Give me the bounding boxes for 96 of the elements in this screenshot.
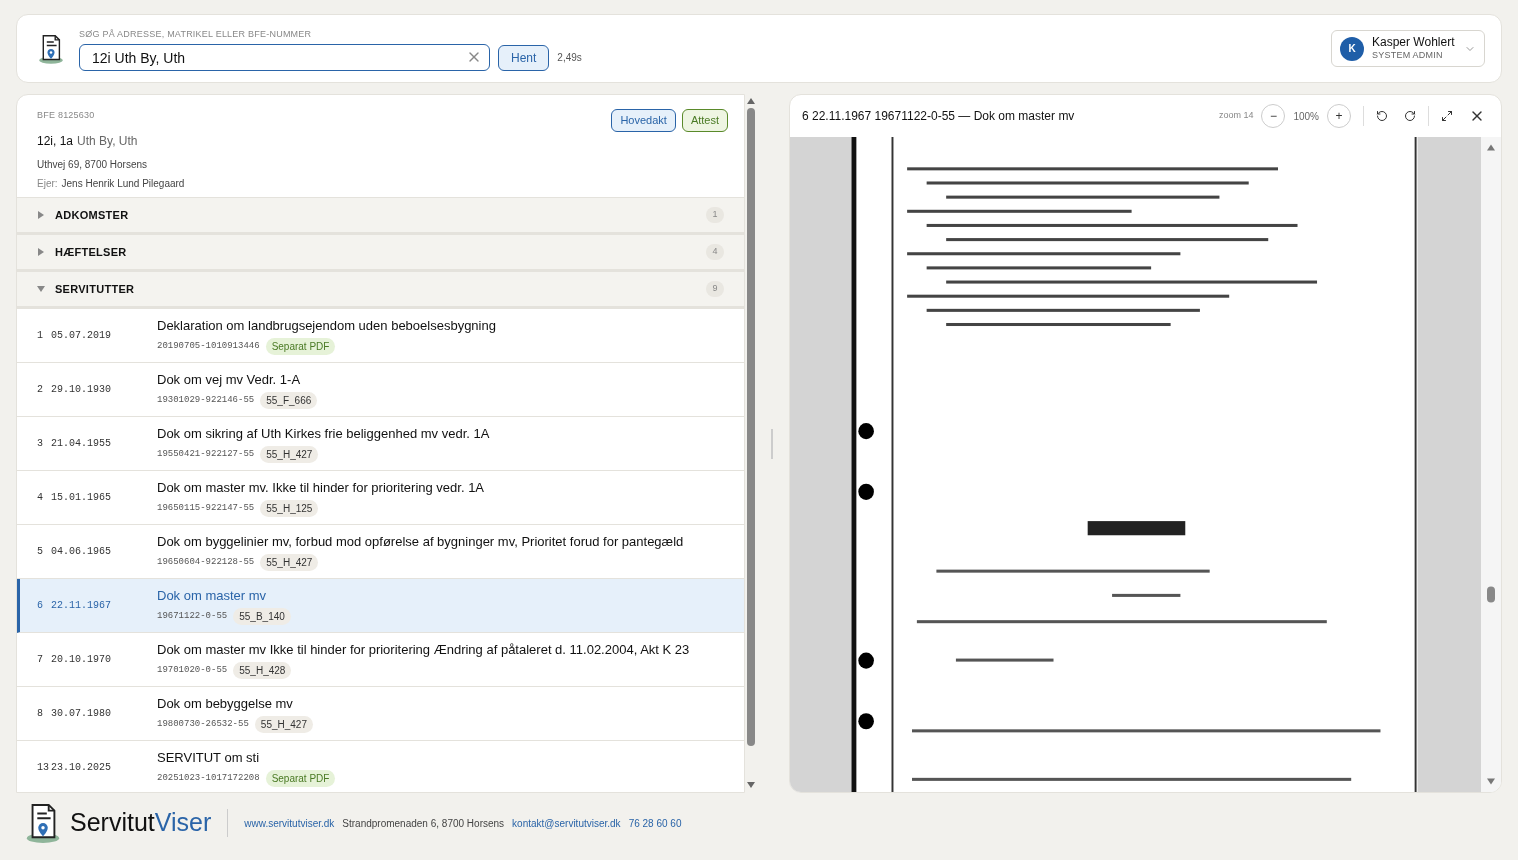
row-number: 3	[37, 437, 44, 451]
row-title: SERVITUT om sti	[157, 748, 261, 767]
document-tag: Separat PDF	[265, 770, 336, 788]
zoom-label: zoom 14	[1218, 109, 1254, 123]
owner-label: Ejer:	[37, 176, 58, 191]
section-title: HÆFTELSER	[55, 244, 127, 260]
caret-right-icon	[37, 248, 45, 256]
property-address: Uthvej 69, 8700 Horsens	[37, 157, 149, 172]
map-document-icon	[37, 32, 65, 65]
count-badge: 1	[706, 207, 724, 223]
document-number: 19550421-922127-55	[157, 448, 255, 461]
document-tag: 55_B_140	[233, 608, 291, 626]
servitut-row[interactable]: 7 20.10.1970 Dok om master mv Ikke til hinder for prioritering Ændring af påtaleret d. 11.02.2004, Akt K 23 19701020-0-55 55_H_428	[17, 633, 744, 687]
zoom-value: 100%	[1293, 109, 1319, 124]
brand-name: Servitut	[70, 807, 155, 839]
document-number: 19301029-922146-55	[157, 394, 255, 407]
row-number: 6	[37, 599, 44, 613]
expand-icon[interactable]	[1441, 110, 1453, 122]
cadastral-numbers: 12i, 1a	[37, 132, 74, 150]
document-button[interactable]: Hovedakt	[611, 109, 676, 132]
document-tag: 55_H_427	[260, 446, 319, 464]
row-date: 30.07.1980	[51, 707, 112, 721]
document-number: 20251023-1017172208	[157, 772, 260, 785]
servitut-row[interactable]: 3 21.04.1955 Dok om sikring af Uth Kirkes frie beliggenhed mv vedr. 1A 19550421-922127-55 55_H_427	[17, 417, 744, 471]
row-date: 21.04.1955	[51, 437, 112, 451]
row-number: 4	[37, 491, 44, 505]
section-header[interactable]: ADKOMSTER 1	[17, 198, 744, 235]
document-tag: Separat PDF	[265, 338, 336, 356]
servitut-row[interactable]: 2 29.10.1930 Dok om vej mv Vedr. 1-A 19301029-922146-55 55_F_666	[17, 363, 744, 417]
row-date: 04.06.1965	[51, 545, 112, 559]
count-badge: 9	[706, 281, 724, 297]
document-button[interactable]: Attest	[681, 109, 728, 132]
brand-name-accent: Viser	[154, 807, 212, 839]
caret-down-icon	[37, 285, 45, 293]
row-number: 7	[37, 653, 44, 667]
section-header[interactable]: HÆFTELSER 4	[17, 235, 744, 272]
servitut-row[interactable]: 4 15.01.1965 Dok om master mv. Ikke til hinder for prioritering vedr. 1A 19650115-922147-55 55_H_125	[17, 471, 744, 525]
caret-right-icon	[37, 211, 45, 219]
email-link[interactable]: kontakt@servitutviser.dk	[512, 815, 621, 831]
user-role: SYSTEM ADMIN	[1372, 50, 1443, 62]
document-tag: 55_H_427	[260, 554, 319, 572]
row-date: 29.10.1930	[51, 383, 112, 397]
document-tag: 55_H_125	[260, 500, 319, 518]
document-tag: 55_F_666	[260, 392, 318, 410]
bfe-number: BFE 8125630	[37, 109, 95, 122]
row-title: Dok om sikring af Uth Kirkes frie beliggenhed mv vedr. 1A	[157, 424, 490, 443]
document-number: 19701020-0-55	[157, 664, 228, 677]
footer-address: Strandpromenaden 6, 8700 Horsens	[342, 816, 505, 831]
servitut-row[interactable]: 6 22.11.1967 Dok om master mv 19671122-0-55 55_B_140	[17, 579, 744, 633]
search-field[interactable]: 12i Uth By, Uth	[79, 44, 490, 72]
document-number: 19650604-922128-55	[157, 556, 255, 569]
servitut-row[interactable]: 8 30.07.1980 Dok om bebyggelse mv 19800730-26532-55 55_H_427	[17, 687, 744, 741]
row-date: 20.10.1970	[51, 653, 112, 667]
servitut-row[interactable]: 1 05.07.2019 Deklaration om landbrugsejendom uden beboelsesbygning 20190705-1010913446 Separat PDF	[17, 309, 744, 363]
section-title: SERVITUTTER	[55, 281, 135, 297]
row-date: 22.11.1967	[51, 599, 112, 613]
row-title: Dok om master mv	[157, 586, 268, 605]
row-title: Dok om master mv Ikke til hinder for prioritering Ændring af påtaleret d. 11.02.2004, Akt K 23	[157, 640, 690, 659]
user-avatar: K	[1340, 36, 1364, 61]
map-document-icon	[24, 802, 62, 844]
cadastral-district: Uth By, Uth	[77, 132, 138, 150]
document-number: 19650115-922147-55	[157, 502, 255, 515]
row-number: 13	[37, 761, 50, 775]
row-title: Dok om bebyggelse mv	[157, 694, 294, 713]
row-title: Deklaration om landbrugsejendom uden beboelsesbygning	[157, 316, 496, 335]
search-label: SØG PÅ ADRESSE, MATRIKEL ELLER BFE-NUMMER	[79, 27, 313, 41]
row-number: 1	[37, 329, 44, 343]
row-date: 05.07.2019	[51, 329, 112, 343]
document-title: 6 22.11.1967 19671122-0-55 — Dok om master mv	[802, 108, 1075, 125]
query-time: 2,49s	[557, 51, 582, 66]
row-number: 2	[37, 383, 44, 397]
rotate-right-icon[interactable]	[1404, 110, 1416, 122]
section-header[interactable]: SERVITUTTER 9	[17, 272, 744, 309]
row-number: 8	[37, 707, 44, 721]
owner-name: Jens Henrik Lund Pilegaard	[61, 176, 185, 191]
website-link[interactable]: www.servitutviser.dk	[244, 815, 335, 831]
count-badge: 4	[706, 244, 724, 260]
row-number: 5	[37, 545, 44, 559]
scrollbar[interactable]	[1481, 137, 1501, 792]
row-title: Dok om byggelinier mv, forbud mod opførelse af bygninger mv, Prioritet forud for pantegæld	[157, 532, 684, 551]
phone-link[interactable]: 76 28 60 60	[628, 815, 682, 831]
document-number: 19800730-26532-55	[157, 718, 249, 731]
user-name: Kasper Wohlert	[1372, 35, 1455, 51]
row-title: Dok om vej mv Vedr. 1-A	[157, 370, 302, 389]
rotate-left-icon[interactable]	[1376, 110, 1388, 122]
document-tag: 55_H_428	[233, 662, 292, 680]
fetch-button[interactable]: Hent	[498, 44, 550, 71]
row-date: 23.10.2025	[51, 761, 112, 775]
document-number: 20190705-1010913446	[157, 340, 260, 353]
user-menu[interactable]: K Kasper Wohlert SYSTEM ADMIN	[1331, 30, 1485, 67]
row-date: 15.01.1965	[51, 491, 112, 505]
section-title: ADKOMSTER	[55, 207, 129, 223]
servitut-row[interactable]: 13 23.10.2025 SERVITUT om sti 20251023-1017172208 Separat PDF	[17, 741, 744, 792]
row-title: Dok om master mv. Ikke til hinder for prioritering vedr. 1A	[157, 478, 485, 497]
document-tag: 55_H_427	[254, 716, 313, 734]
document-number: 19671122-0-55	[157, 610, 228, 623]
